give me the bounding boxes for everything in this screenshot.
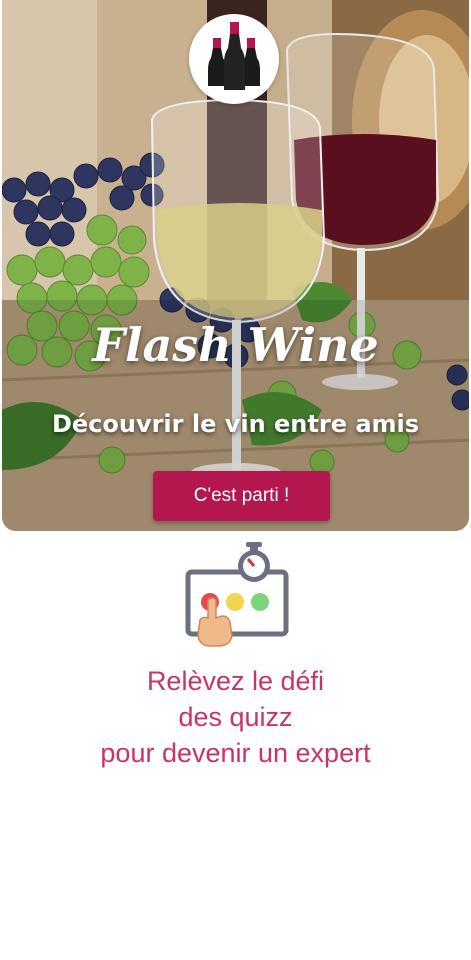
quiz-buzzer-stopwatch-icon: [185, 542, 289, 647]
promo-line-3: pour devenir un expert: [100, 738, 371, 768]
brand-title: Flash Wine: [92, 318, 379, 372]
promo-text: Relèvez le défi des quizz pour devenir u…: [0, 663, 471, 771]
hero-banner: Flash Wine Découvrir le vin entre amis C…: [2, 0, 469, 531]
hero-tagline: Découvrir le vin entre amis: [51, 410, 420, 438]
promo-line-2: des quizz: [178, 702, 293, 732]
app-logo: [189, 14, 279, 104]
start-button[interactable]: C'est parti !: [153, 471, 330, 521]
promo-line-1: Relèvez le défi: [146, 666, 325, 696]
wine-bottles-icon: [208, 22, 260, 90]
